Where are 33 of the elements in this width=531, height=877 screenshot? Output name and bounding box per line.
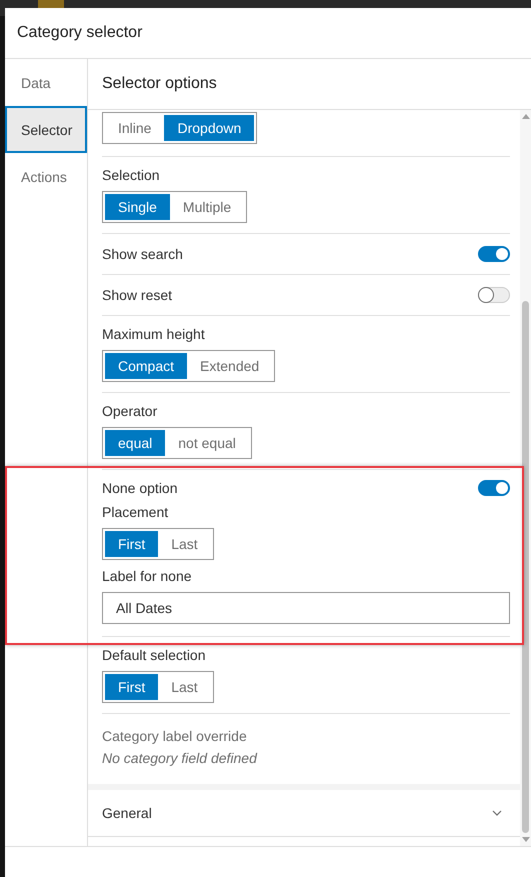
segment-option[interactable]: Dropdown: [164, 115, 254, 141]
panel-title: Selector options: [102, 75, 217, 93]
nav-tab[interactable]: Selector: [5, 106, 87, 153]
segment-option[interactable]: Multiple: [170, 194, 244, 220]
text-field[interactable]: All Dates: [102, 592, 510, 624]
segment-option[interactable]: not equal: [165, 430, 249, 456]
setting-label: Show search: [102, 246, 183, 262]
setting-label: Operator: [102, 403, 158, 419]
setting-label: Default selection: [102, 647, 207, 663]
toggle-switch[interactable]: [478, 246, 510, 262]
segment-option[interactable]: Compact: [105, 353, 188, 379]
setting-label: Show reset: [102, 287, 172, 303]
setting-label: Placement: [102, 504, 170, 520]
segment-option[interactable]: First: [105, 531, 158, 557]
segment-option[interactable]: First: [105, 674, 158, 700]
scrollbar[interactable]: [520, 110, 531, 846]
nav-tab[interactable]: Actions: [5, 153, 87, 200]
setting-label: Selection: [102, 167, 161, 183]
toggle-switch[interactable]: [478, 287, 510, 303]
setting-label: Label for none: [102, 568, 193, 584]
segment-option[interactable]: Extended: [187, 353, 272, 379]
dialog-title: Category selector: [17, 24, 142, 42]
segment-option[interactable]: Last: [158, 674, 211, 700]
segment-option[interactable]: equal: [105, 430, 166, 456]
hint-text: No category field defined: [102, 750, 258, 766]
setting-label: Maximum height: [102, 326, 206, 342]
nav-tab[interactable]: Data: [5, 59, 87, 106]
setting-label: Category label override: [102, 728, 248, 744]
setting-label: None option: [102, 480, 178, 496]
segment-option[interactable]: Single: [105, 194, 170, 220]
segment-option[interactable]: Inline: [105, 115, 164, 141]
toggle-switch[interactable]: [478, 480, 510, 496]
segment-option[interactable]: Last: [158, 531, 211, 557]
